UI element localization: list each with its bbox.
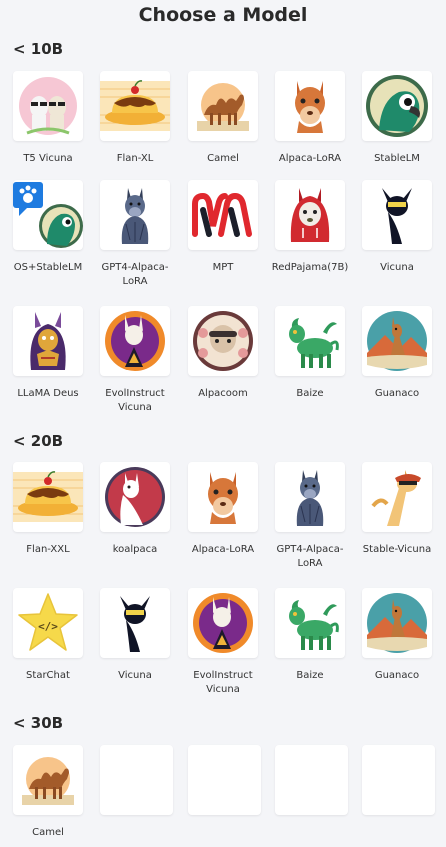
parrot-paw-icon <box>13 180 83 250</box>
vicuna-icon <box>366 184 428 246</box>
empty-model-slot[interactable] <box>100 745 173 815</box>
model-card-alpacoom[interactable] <box>188 306 258 376</box>
model-card-alpaca-lora[interactable] <box>188 462 258 532</box>
model-label: Stable-Vicuna <box>362 544 432 555</box>
sketch-alpaca-icon <box>279 466 341 528</box>
model-card-baize[interactable] <box>275 588 345 658</box>
model-label: StableLM <box>374 153 420 164</box>
page-title: Choose a Model <box>138 4 308 26</box>
model-card-stablelm[interactable] <box>362 71 432 141</box>
model-label: Guanaco <box>374 670 420 681</box>
model-label: Baize <box>296 670 324 681</box>
model-card-os-stablelm[interactable] <box>13 180 83 250</box>
camel-icon <box>17 749 79 811</box>
section-heading: < 30B <box>13 714 64 732</box>
model-card-llama-deus[interactable] <box>13 306 83 376</box>
model-card-evolinstruct-vicuna[interactable] <box>188 588 258 658</box>
pudding-icon <box>13 466 83 528</box>
model-label: RedPajama(7B) <box>271 262 349 273</box>
llama-deus-icon <box>17 310 79 372</box>
model-label: Guanaco <box>374 388 420 399</box>
llamas-icon <box>17 75 79 137</box>
model-label: Camel <box>32 827 64 838</box>
model-label: GPT4-Alpaca-LoRA <box>101 262 169 287</box>
parrot-icon <box>365 74 429 138</box>
alpacoom-icon <box>191 309 255 373</box>
model-label: Flan-XXL <box>26 544 70 555</box>
baize-icon <box>279 310 341 372</box>
model-card-camel[interactable] <box>188 71 258 141</box>
model-card-camel[interactable] <box>13 745 83 815</box>
model-card-evolinstruct-vicuna[interactable] <box>100 306 170 376</box>
model-card-redpajama-7b[interactable] <box>275 180 345 250</box>
star-icon: </> <box>15 590 81 656</box>
guanaco-icon <box>365 591 429 655</box>
svg-text:</>: </> <box>38 620 58 633</box>
baize-icon <box>279 592 341 654</box>
model-label: Baize <box>296 388 324 399</box>
model-card-baize[interactable] <box>275 306 345 376</box>
model-card-alpaca-lora[interactable] <box>275 71 345 141</box>
section-heading: < 20B <box>13 432 64 450</box>
evol-llama-icon <box>103 309 167 373</box>
model-card-mpt[interactable] <box>188 180 258 250</box>
stable-vicuna-icon <box>365 466 429 528</box>
evol-llama-icon <box>191 591 255 655</box>
model-card-koalpaca[interactable] <box>100 462 170 532</box>
model-card-gpt4-alpaca-lora[interactable] <box>275 462 345 532</box>
model-card-gpt4-alpaca-lora[interactable] <box>100 180 170 250</box>
model-card-t5-vicuna[interactable] <box>13 71 83 141</box>
model-label: OS+StableLM <box>13 262 83 273</box>
model-label: LLaMA Deus <box>17 388 79 399</box>
sketch-alpaca-icon <box>104 184 166 246</box>
section-heading: < 10B <box>13 40 64 58</box>
koalpaca-icon <box>103 465 167 529</box>
mpt-logo-icon <box>191 190 255 240</box>
model-card-flan-xl[interactable] <box>100 71 170 141</box>
model-label: Alpacoom <box>198 388 248 399</box>
model-label: Alpaca-LoRA <box>191 544 255 555</box>
model-label: Vicuna <box>118 670 152 681</box>
model-label: koalpaca <box>112 544 158 555</box>
empty-model-slot[interactable] <box>188 745 261 815</box>
vicuna-icon <box>104 592 166 654</box>
model-label: T5 Vicuna <box>23 153 73 164</box>
alpaca-icon <box>279 75 341 137</box>
model-card-guanaco[interactable] <box>362 588 432 658</box>
empty-model-slot[interactable] <box>275 745 348 815</box>
model-label: Flan-XL <box>116 153 154 164</box>
camel-icon <box>192 75 254 137</box>
model-card-vicuna[interactable] <box>362 180 432 250</box>
model-label: Camel <box>207 153 239 164</box>
model-label: GPT4-Alpaca-LoRA <box>276 544 344 569</box>
model-label: MPT <box>212 262 234 273</box>
model-label: Vicuna <box>380 262 414 273</box>
red-hoodie-llama-icon <box>279 184 341 246</box>
guanaco-icon <box>365 309 429 373</box>
model-label: Alpaca-LoRA <box>278 153 342 164</box>
model-card-flan-xxl[interactable] <box>13 462 83 532</box>
model-label: EvolInstruct Vicuna <box>105 388 165 413</box>
model-card-vicuna[interactable] <box>100 588 170 658</box>
model-label: EvolInstruct Vicuna <box>193 670 253 695</box>
alpaca-icon <box>192 466 254 528</box>
model-card-guanaco[interactable] <box>362 306 432 376</box>
empty-model-slot[interactable] <box>362 745 435 815</box>
model-label: StarChat <box>26 670 70 681</box>
model-card-starchat[interactable]: </> <box>13 588 83 658</box>
pudding-icon <box>100 75 170 137</box>
model-card-stable-vicuna[interactable] <box>362 462 432 532</box>
